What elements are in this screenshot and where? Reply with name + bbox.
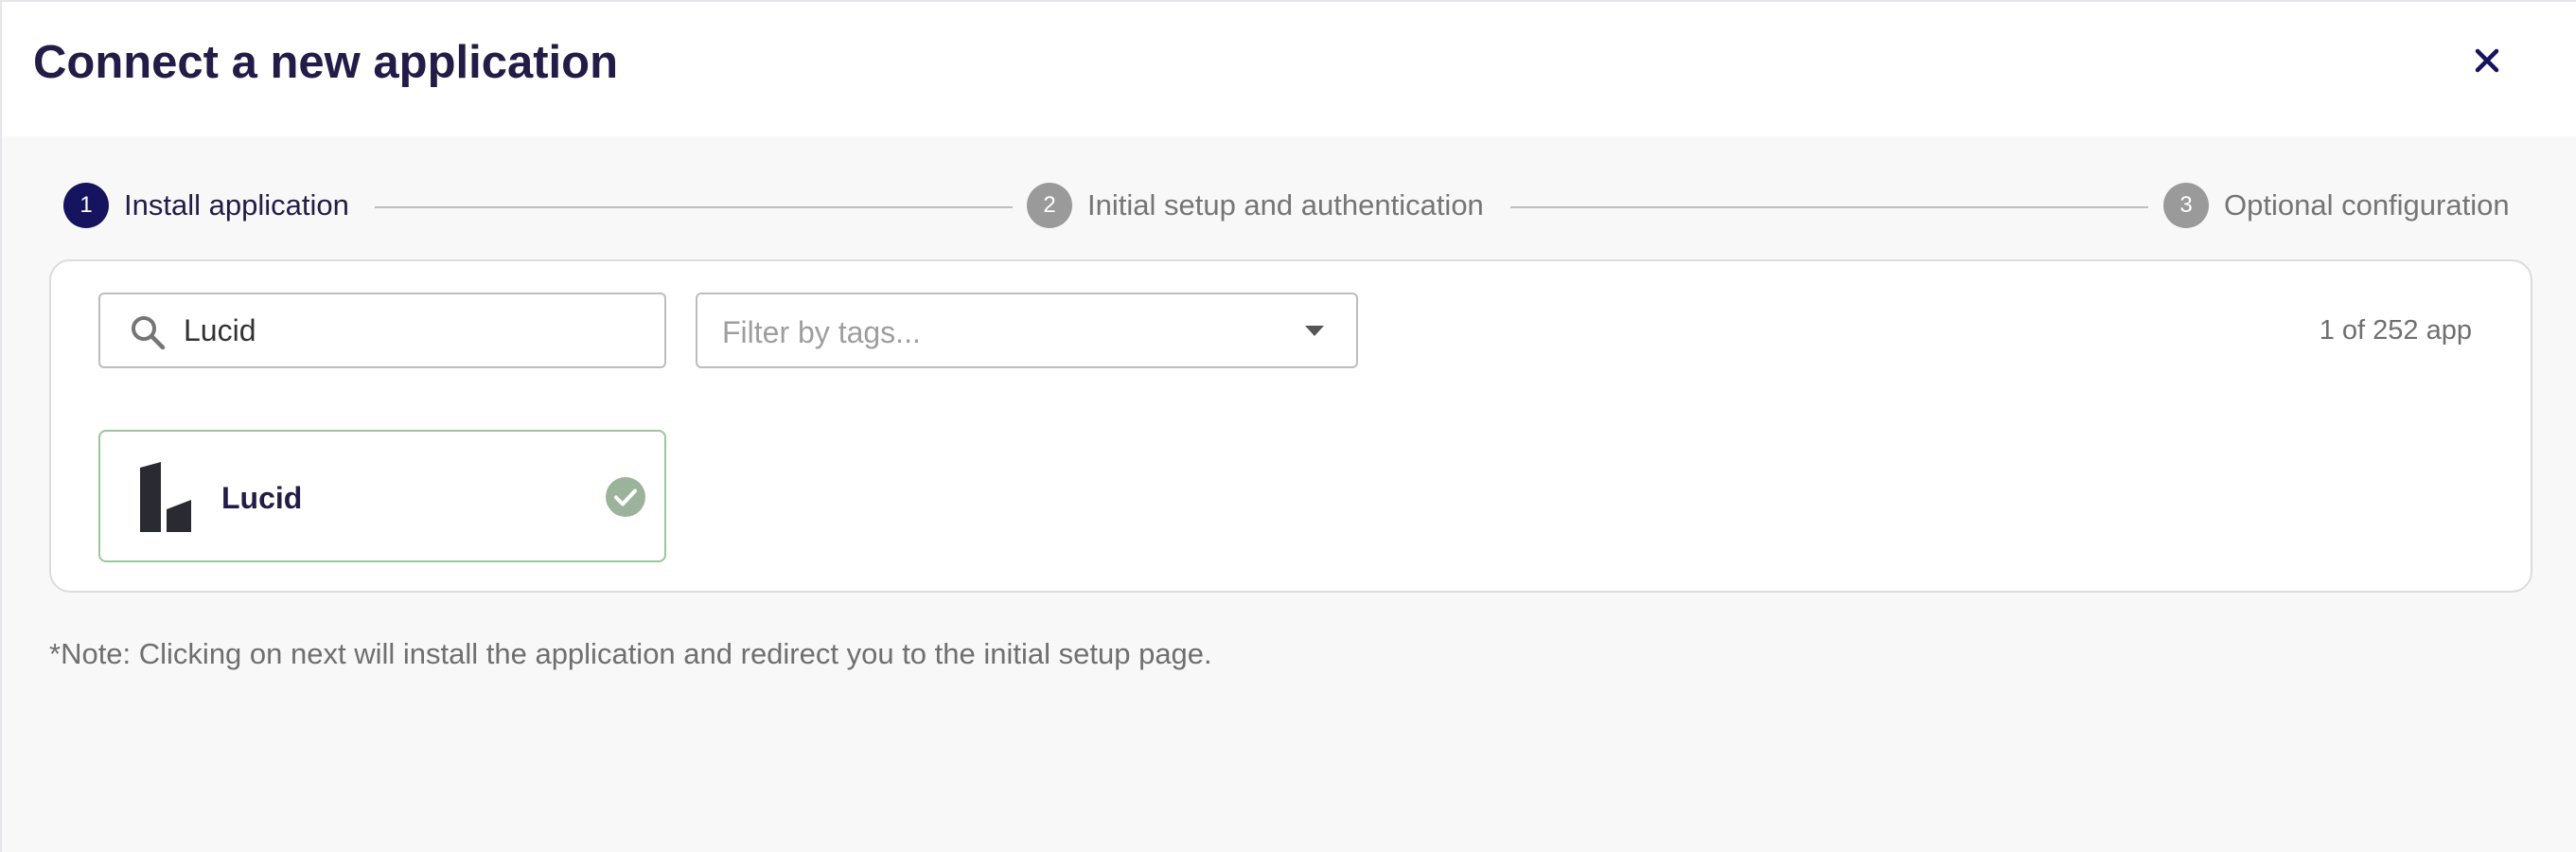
caret-down-icon — [1305, 326, 1324, 336]
step-install-application: 1 Install application — [63, 182, 349, 229]
install-note: *Note: Clicking on next will install the… — [49, 637, 1212, 670]
result-count: 1 of 252 app — [2319, 315, 2472, 346]
step-number-1: 1 — [63, 183, 109, 228]
step-label-3: Optional configuration — [2224, 188, 2510, 222]
search-input[interactable] — [184, 294, 657, 366]
step-initial-setup: 2 Initial setup and authentication — [1027, 182, 1484, 229]
search-box[interactable] — [98, 293, 666, 368]
step-optional-configuration: 3 Optional configuration — [2163, 182, 2510, 229]
step-label-1: Install application — [124, 188, 349, 222]
dialog-header: Connect a new application — [2, 2, 2576, 136]
connect-application-dialog: Connect a new application 1 Install appl… — [0, 0, 2576, 852]
step-label-2: Initial setup and authentication — [1087, 188, 1484, 222]
app-name: Lucid — [221, 481, 303, 515]
tag-filter-placeholder: Filter by tags... — [722, 315, 921, 349]
dialog-title: Connect a new application — [33, 37, 619, 88]
search-icon — [132, 316, 166, 350]
application-search-panel: Filter by tags... 1 of 252 app Lucid — [49, 259, 2532, 593]
check-circle-icon — [606, 477, 645, 517]
step-number-2: 2 — [1027, 183, 1072, 228]
app-card-lucid[interactable]: Lucid — [98, 430, 666, 562]
step-connector-2 — [1510, 206, 2148, 208]
tag-filter-dropdown[interactable]: Filter by tags... — [696, 293, 1358, 368]
close-button[interactable] — [2462, 36, 2512, 85]
lucid-logo — [140, 462, 191, 532]
step-connector-1 — [375, 206, 1013, 208]
close-icon — [2475, 48, 2499, 73]
step-number-3: 3 — [2163, 183, 2209, 228]
